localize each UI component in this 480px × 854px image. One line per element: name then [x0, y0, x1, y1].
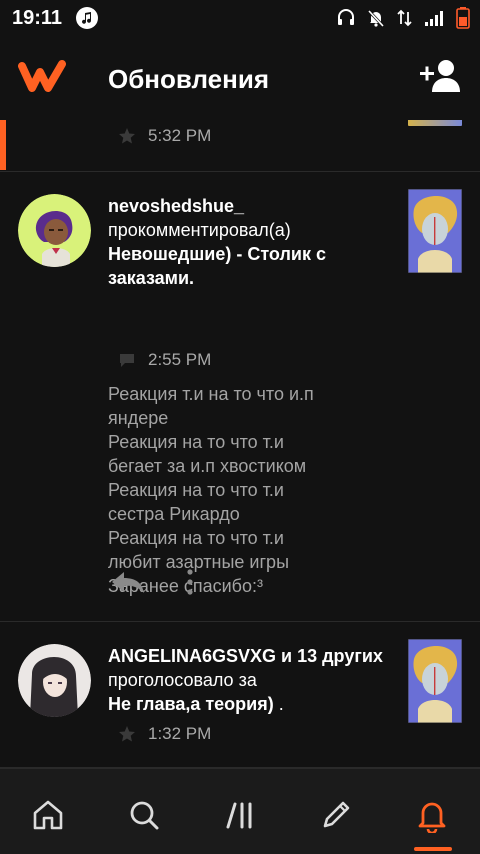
library-icon	[226, 802, 252, 829]
item-text: nevoshedshue_ прокомментировал(а) Невоше…	[108, 194, 398, 290]
item-meta: 1:32 PM	[118, 724, 211, 744]
comment-line: Реакция на то что т.и	[108, 432, 284, 452]
item-story-title[interactable]: Невошедшие) - Столик с заказами.	[108, 244, 326, 288]
bottom-navigation	[0, 768, 480, 854]
comment-line: Реакция на то что т.и	[108, 480, 284, 500]
write-icon	[323, 801, 350, 828]
nav-notifications[interactable]	[408, 791, 456, 839]
nav-write[interactable]	[312, 791, 360, 839]
item-action: прокомментировал(а)	[108, 220, 291, 240]
active-tab-indicator	[414, 847, 452, 851]
music-app-icon	[76, 7, 99, 29]
search-icon	[130, 801, 159, 830]
battery-icon	[456, 7, 470, 34]
item-time: 1:32 PM	[148, 724, 212, 743]
item-time: 2:55 PM	[148, 350, 212, 369]
mute-icon	[366, 8, 386, 33]
data-transfer-icon	[396, 8, 414, 33]
headphones-icon	[336, 8, 356, 33]
comment-line: Реакция на то что т.и	[108, 528, 284, 548]
item-story-title[interactable]: Не глава,а теория)	[108, 694, 274, 714]
story-cover[interactable]	[408, 189, 462, 273]
reply-button[interactable]	[108, 568, 148, 596]
comment-line: сестра Рикардо	[108, 504, 240, 524]
unread-indicator	[0, 120, 6, 170]
status-time: 19:11	[12, 6, 63, 29]
more-vertical-icon	[187, 569, 193, 595]
avatar[interactable]	[18, 644, 91, 717]
item-meta: 2:55 PM	[118, 350, 211, 370]
star-icon	[118, 127, 136, 145]
page-title: Обновления	[108, 64, 270, 94]
comment-actions	[108, 568, 202, 596]
list-item[interactable]: 5:32 PM	[0, 120, 480, 172]
home-icon	[33, 800, 63, 830]
notifications-feed[interactable]: 5:32 PM nevoshedshue_ прокомментировал(а…	[0, 120, 480, 768]
status-bar: 19:11	[0, 0, 480, 36]
list-item[interactable]: nevoshedshue_ прокомментировал(а) Невоше…	[0, 172, 480, 622]
signal-icon	[424, 9, 446, 32]
story-cover[interactable]	[408, 639, 462, 723]
nav-search[interactable]	[120, 791, 168, 839]
item-username[interactable]: ANGELINA6GSVXG	[108, 646, 276, 666]
more-options-button[interactable]	[178, 568, 202, 596]
comment-line: Реакция т.и на то что и.п	[108, 384, 314, 404]
item-action: проголосовало за	[108, 670, 257, 690]
nav-library[interactable]	[216, 791, 264, 839]
item-time: 5:32 PM	[148, 126, 212, 145]
comment-text: Реакция т.и на то что и.п яндере Реакция…	[108, 382, 408, 598]
nav-home[interactable]	[24, 791, 72, 839]
avatar[interactable]	[18, 194, 91, 267]
item-text: ANGELINA6GSVXG и 13 других проголосовало…	[108, 644, 398, 716]
wattpad-logo-icon[interactable]	[18, 58, 66, 96]
star-icon	[118, 725, 136, 743]
item-username[interactable]: nevoshedshue_	[108, 196, 244, 216]
add-user-icon	[420, 60, 460, 92]
item-trail: .	[278, 694, 284, 714]
list-item[interactable]: ANGELINA6GSVXG и 13 других проголосовало…	[0, 622, 480, 768]
item-others[interactable]: и 13 других	[281, 646, 383, 666]
add-user-button[interactable]	[418, 58, 462, 98]
comment-icon	[118, 351, 136, 369]
comment-line: бегает за и.п хвостиком	[108, 456, 307, 476]
story-cover[interactable]	[408, 120, 462, 126]
item-meta: 5:32 PM	[118, 126, 211, 146]
reply-icon	[112, 572, 144, 593]
comment-line: яндере	[108, 408, 169, 428]
notifications-icon	[418, 802, 446, 833]
app-bar: Обновления	[0, 36, 480, 120]
